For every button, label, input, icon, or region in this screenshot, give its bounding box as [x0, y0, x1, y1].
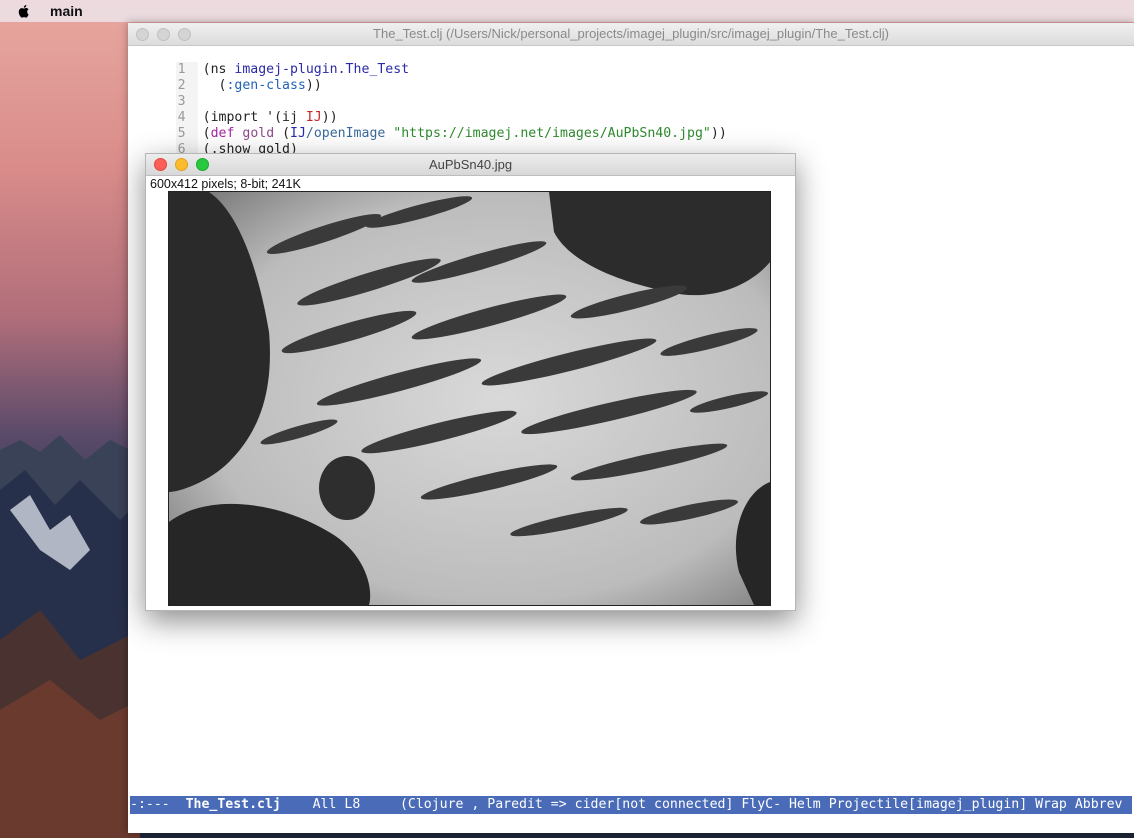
- code-line[interactable]: 2 (:gen-class)): [128, 62, 1134, 94]
- window-controls: [136, 28, 191, 41]
- app-menu-title[interactable]: main: [50, 3, 83, 19]
- modeline-modes[interactable]: (Clojure , Paredit => cider[not connecte…: [400, 797, 1123, 812]
- window-title: AuPbSn40.jpg: [428, 157, 513, 172]
- code-line[interactable]: 5 (def gold (IJ/openImage "https://imagej…: [128, 110, 1134, 142]
- minimize-button[interactable]: [175, 158, 188, 171]
- imagej-titlebar[interactable]: AuPbSn40.jpg: [146, 154, 795, 176]
- modeline-buffer-name[interactable]: The_Test.clj: [186, 797, 281, 812]
- minimize-button[interactable]: [157, 28, 170, 41]
- window-title: The_Test.clj (/Users/Nick/personal_proje…: [373, 26, 889, 41]
- image-info: 600x412 pixels; 8-bit; 241K: [150, 177, 301, 191]
- code-line[interactable]: 3: [128, 78, 1134, 110]
- micrograph-image: [169, 192, 770, 605]
- apple-icon[interactable]: [16, 3, 32, 19]
- code-line[interactable]: 6 (.show gold): [128, 126, 1134, 158]
- code-line[interactable]: 1 (ns imagej-plugin.The_Test: [128, 46, 1134, 78]
- window-controls: [154, 158, 209, 171]
- mode-line: -:--- The_Test.clj All L8 (Clojure , Par…: [130, 796, 1132, 814]
- code-line[interactable]: 4 (import '(ij IJ)): [128, 94, 1134, 126]
- imagej-window: AuPbSn40.jpg 600x412 pixels; 8-bit; 241K: [145, 153, 796, 611]
- image-canvas[interactable]: [168, 191, 771, 606]
- emacs-titlebar[interactable]: The_Test.clj (/Users/Nick/personal_proje…: [128, 23, 1134, 46]
- zoom-button[interactable]: [196, 158, 209, 171]
- close-button[interactable]: [136, 28, 149, 41]
- modeline-state: -:---: [130, 797, 186, 812]
- modeline-position: All L8: [280, 797, 400, 812]
- close-button[interactable]: [154, 158, 167, 171]
- menu-bar: main: [0, 0, 1134, 22]
- desktop-wallpaper: [0, 435, 140, 838]
- zoom-button[interactable]: [178, 28, 191, 41]
